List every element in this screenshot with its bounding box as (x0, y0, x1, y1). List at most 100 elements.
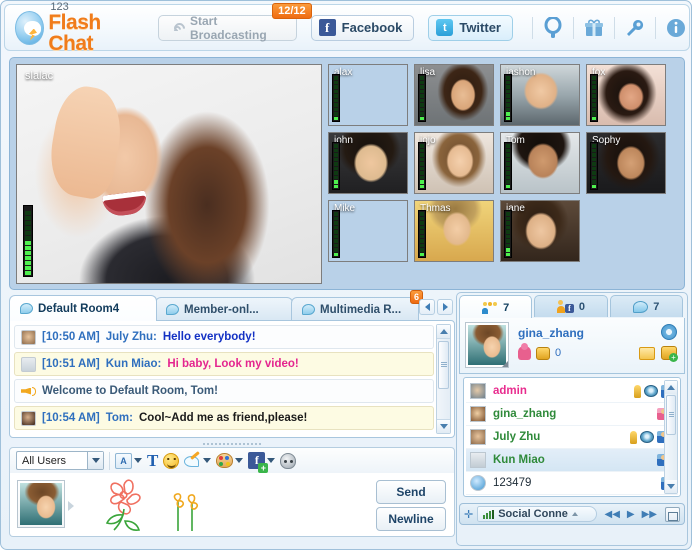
vu-meter (332, 142, 340, 190)
avatar-caret-icon[interactable] (502, 361, 508, 367)
main-vu-meter (23, 205, 33, 277)
emoji-button[interactable] (163, 451, 179, 471)
avatar-mask-button[interactable] (280, 451, 296, 471)
user-name: gina_zhang (493, 408, 650, 420)
facebook-share-icon: f (248, 452, 265, 469)
list-item[interactable]: July Zhu G (466, 426, 678, 449)
scroll-down-button[interactable] (437, 419, 450, 433)
chat-bubble-icon (166, 304, 179, 315)
message-sender: July Zhu: (106, 331, 157, 343)
text-format-button[interactable]: T (147, 451, 158, 471)
list-item[interactable]: 123479 (466, 472, 678, 495)
webcam-icon[interactable] (540, 15, 566, 41)
restore-window-icon[interactable] (665, 507, 680, 522)
tab-default-room4[interactable]: Default Room4 (9, 295, 157, 321)
message-text: Hello everybody! (163, 331, 256, 343)
user-avatar (470, 452, 486, 468)
tab-friends[interactable]: f 0 (534, 295, 607, 317)
info-icon[interactable] (663, 15, 689, 41)
microphone-icon (634, 385, 641, 398)
scrollbar-thumb[interactable] (666, 395, 676, 435)
chevron-down-icon[interactable] (87, 452, 103, 469)
twitter-icon: t (436, 19, 453, 36)
profile-username: gina_zhang (518, 326, 584, 340)
list-item[interactable]: gina_zhang t (466, 403, 678, 426)
message-input-area[interactable]: Send Newline (9, 473, 455, 537)
chevron-down-icon[interactable] (203, 458, 211, 463)
prev-all-icon[interactable]: ◀◀ (605, 509, 620, 520)
tab-member-only[interactable]: Member-onl... (155, 297, 293, 321)
newline-button[interactable]: Newline (376, 507, 446, 531)
social-connect-chip[interactable]: Social Conne (477, 506, 596, 522)
wrench-icon[interactable] (622, 15, 648, 41)
chevron-up-icon[interactable] (572, 512, 578, 516)
video-thumbnail[interactable]: jane (500, 200, 580, 262)
video-thumbnail[interactable]: Thmas (414, 200, 494, 262)
video-thumbnail[interactable]: Sophy (586, 132, 666, 194)
user-list-scrollbar[interactable] (664, 380, 678, 494)
buy-coins-icon[interactable] (661, 346, 677, 360)
list-item[interactable]: admin (466, 380, 678, 403)
video-thumbnail[interactable]: jashon (500, 64, 580, 126)
settings-icon[interactable] (661, 324, 677, 340)
logo-title: Flash Chat (48, 12, 136, 54)
tab-next-button[interactable] (437, 299, 453, 315)
start-broadcasting-button[interactable]: Start Broadcasting 12/12 (158, 15, 297, 41)
signal-bars-icon (483, 510, 494, 519)
video-thumbnail[interactable]: lisa (414, 64, 494, 126)
twitter-label: Twitter (459, 20, 501, 35)
video-thumbnail[interactable]: fox (586, 64, 666, 126)
facebook-button[interactable]: f Facebook (311, 15, 415, 41)
twitter-button[interactable]: t Twitter (428, 15, 513, 41)
scroll-up-button[interactable] (437, 325, 450, 339)
user-name: admin (493, 385, 627, 397)
profile-avatar[interactable] (465, 322, 509, 368)
user-list[interactable]: admin gina_zhang t July Zhu (463, 377, 681, 497)
tab-prev-button[interactable] (419, 299, 435, 315)
gift-icon[interactable] (581, 15, 607, 41)
chat-scrollbar[interactable] (436, 324, 451, 434)
play-icon[interactable]: ▶ (627, 509, 635, 520)
shop-cart-icon[interactable] (639, 347, 655, 360)
chevron-down-icon[interactable] (267, 458, 275, 463)
main-video-tile[interactable]: slalac (16, 64, 322, 284)
video-thumbnail[interactable]: john (328, 132, 408, 194)
font-style-icon: A (115, 453, 132, 469)
facebook-share-button[interactable]: f (248, 451, 275, 471)
draw-button[interactable] (184, 451, 211, 471)
recipient-value: All Users (22, 455, 66, 467)
input-avatar[interactable] (17, 480, 65, 528)
expand-icon[interactable]: ✛ (464, 508, 473, 521)
tab-count: 7 (653, 301, 659, 313)
tab-user-list[interactable]: 7 (459, 295, 532, 319)
thumbnail-row: Mike Thmas jane (328, 200, 680, 262)
color-button[interactable] (216, 451, 243, 471)
start-broadcasting-label: Start Broadcasting (190, 14, 282, 42)
next-all-icon[interactable]: ▶▶ (642, 509, 657, 520)
message-avatar (21, 330, 36, 345)
vu-meter (418, 142, 426, 190)
facebook-icon: f (319, 19, 336, 36)
video-thumbnail[interactable]: Mike (328, 200, 408, 262)
social-connect-label: Social Conne (498, 508, 568, 520)
users-icon (482, 302, 498, 314)
chevron-down-icon[interactable] (134, 458, 142, 463)
scroll-up-button[interactable] (665, 381, 677, 394)
vu-meter (590, 74, 598, 122)
scroll-down-button[interactable] (665, 480, 677, 493)
chevron-down-icon[interactable] (235, 458, 243, 463)
send-button[interactable]: Send (376, 480, 446, 504)
social-nav-group: ◀◀ ▶ ▶▶ (601, 509, 661, 520)
tab-label: Default Room4 (38, 303, 119, 315)
tab-private-chats[interactable]: 7 (610, 295, 683, 317)
font-style-button[interactable]: A (115, 451, 142, 471)
recipient-select[interactable]: All Users (16, 451, 104, 470)
tab-multimedia-room[interactable]: Multimedia R... 6 (291, 297, 419, 321)
scrollbar-thumb[interactable] (438, 341, 449, 389)
video-thumbnail[interactable]: Tom (500, 132, 580, 194)
video-thumbnail[interactable]: jojo (414, 132, 494, 194)
profile-card: gina_zhang 0 (459, 318, 685, 374)
newline-label: Newline (388, 512, 433, 526)
list-item[interactable]: Kun Miao f (466, 449, 678, 472)
video-thumbnail[interactable]: alax (328, 64, 408, 126)
